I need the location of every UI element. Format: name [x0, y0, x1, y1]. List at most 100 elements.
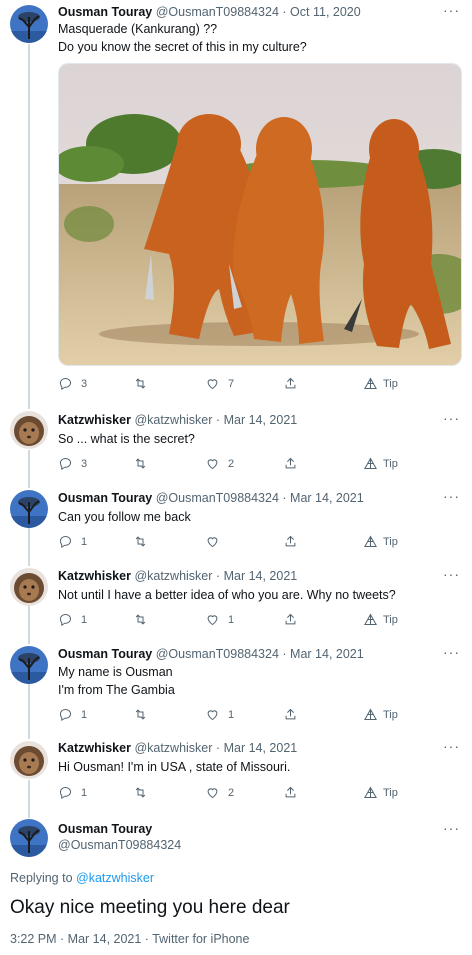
tip-label: Tip: [383, 457, 398, 470]
author-name[interactable]: Katzwhisker: [58, 569, 131, 583]
share-icon: [285, 457, 296, 469]
reply-button[interactable]: 1: [58, 612, 87, 627]
separator: ·: [282, 647, 287, 661]
avatar-katzwhisker[interactable]: [10, 741, 48, 779]
tweet-date[interactable]: Mar 14, 2021: [290, 647, 364, 661]
tweet-date[interactable]: Oct 11, 2020: [290, 5, 361, 19]
reply-icon: [59, 786, 72, 800]
author-name[interactable]: Katzwhisker: [58, 413, 131, 427]
author-handle[interactable]: @katzwhisker: [134, 569, 212, 583]
separator: ·: [215, 741, 221, 755]
like-icon: [207, 788, 218, 799]
retweet-icon: [135, 787, 146, 798]
tweet-actions: 1 2 Tip: [58, 785, 458, 803]
reply-icon: [59, 457, 72, 471]
author-handle[interactable]: @OusmanT09884324: [58, 838, 181, 852]
thread-line: [28, 780, 30, 818]
share-button[interactable]: [283, 534, 298, 549]
more-icon[interactable]: ···: [443, 2, 460, 18]
reply-button[interactable]: 1: [58, 785, 87, 800]
like-button[interactable]: 2: [205, 456, 234, 471]
avatar-ousman[interactable]: [10, 646, 48, 684]
replying-to-handle[interactable]: @katzwhisker: [76, 871, 154, 885]
more-icon[interactable]: ···: [443, 738, 460, 754]
main-tweet-text: Okay nice meeting you here dear: [10, 897, 290, 918]
tweet-date[interactable]: Mar 14, 2021: [224, 741, 298, 755]
share-button[interactable]: [283, 612, 298, 627]
share-button[interactable]: [283, 376, 298, 391]
reply-count: 3: [81, 457, 88, 470]
author-handle[interactable]: @katzwhisker: [134, 741, 212, 755]
share-button[interactable]: [283, 707, 298, 722]
share-button[interactable]: [283, 456, 298, 471]
reply-count: 1: [81, 786, 88, 799]
reply-button[interactable]: 3: [58, 376, 87, 391]
author-handle[interactable]: @OusmanT09884324: [156, 491, 279, 505]
more-icon[interactable]: ···: [443, 488, 460, 504]
retweet-button[interactable]: [133, 707, 156, 722]
tip-icon: [364, 708, 377, 720]
avatar-ousman[interactable]: [10, 819, 48, 857]
tweet-text-line: Do you know the secret of this in my cul…: [58, 40, 307, 54]
retweet-button[interactable]: [133, 456, 156, 471]
tweet-header: Ousman Touray @OusmanT09884324 · Oct 11,…: [58, 5, 361, 19]
tip-button[interactable]: Tip: [363, 376, 398, 391]
avatar-katzwhisker[interactable]: [10, 411, 48, 449]
share-button[interactable]: [283, 785, 298, 800]
like-button[interactable]: 1: [205, 707, 234, 722]
tip-button[interactable]: Tip: [363, 612, 398, 627]
reply-button[interactable]: 3: [58, 456, 87, 471]
thread-line: [28, 606, 30, 644]
tip-button[interactable]: Tip: [363, 456, 398, 471]
tip-button[interactable]: Tip: [363, 534, 398, 549]
tweet-actions: 1 1 Tip: [58, 707, 458, 725]
avatar-ousman[interactable]: [10, 490, 48, 528]
thread-line: [28, 450, 30, 488]
more-icon[interactable]: ···: [443, 644, 460, 660]
like-button[interactable]: 2: [205, 785, 234, 800]
author-handle[interactable]: @OusmanT09884324: [156, 647, 279, 661]
retweet-button[interactable]: [133, 534, 156, 549]
like-button[interactable]: [205, 534, 228, 549]
more-icon[interactable]: ···: [443, 566, 460, 582]
like-button[interactable]: 1: [205, 612, 234, 627]
reply-button[interactable]: 1: [58, 707, 87, 722]
reply-button[interactable]: 1: [58, 534, 87, 549]
tweet-text-line: So ... what is the secret?: [58, 432, 195, 446]
author-name[interactable]: Ousman Touray: [58, 491, 152, 505]
replying-to-label: Replying to: [10, 871, 73, 885]
tweet-date[interactable]: Mar 14, 2021: [224, 413, 298, 427]
tip-button[interactable]: Tip: [363, 785, 398, 800]
avatar-katzwhisker[interactable]: [10, 568, 48, 606]
author-name[interactable]: Katzwhisker: [58, 741, 131, 755]
tweet-header: Katzwhisker @katzwhisker · Mar 14, 2021: [58, 413, 297, 427]
author-handle[interactable]: @katzwhisker: [134, 413, 212, 427]
avatar-ousman[interactable]: [10, 5, 48, 43]
separator: ·: [282, 491, 287, 505]
tweet-actions: 1 Tip: [58, 534, 458, 552]
retweet-button[interactable]: [133, 376, 156, 391]
like-icon: [207, 459, 218, 470]
retweet-button[interactable]: [133, 612, 156, 627]
more-icon[interactable]: ···: [443, 410, 460, 426]
tweet-photo[interactable]: [58, 63, 462, 366]
like-icon: [207, 537, 218, 548]
tweet-timestamp[interactable]: 3:22 PM · Mar 14, 2021 · Twitter for iPh…: [10, 932, 249, 946]
retweet-button[interactable]: [133, 785, 156, 800]
tweet-date[interactable]: Mar 14, 2021: [290, 491, 364, 505]
share-icon: [285, 377, 296, 389]
reply-icon: [59, 535, 72, 549]
author-handle[interactable]: @OusmanT09884324: [156, 5, 279, 19]
author-name[interactable]: Ousman Touray: [58, 822, 152, 836]
author-name[interactable]: Ousman Touray: [58, 647, 152, 661]
tweet-date[interactable]: Mar 14, 2021: [224, 569, 298, 583]
like-button[interactable]: 7: [205, 376, 234, 391]
more-icon[interactable]: ···: [443, 820, 460, 836]
retweet-icon: [135, 709, 146, 720]
tip-button[interactable]: Tip: [363, 707, 398, 722]
tweet-header: Katzwhisker @katzwhisker · Mar 14, 2021: [58, 741, 297, 755]
tweet-header: Ousman Touray @OusmanT09884324 · Mar 14,…: [58, 491, 364, 505]
author-name[interactable]: Ousman Touray: [58, 5, 152, 19]
main-author-name[interactable]: Ousman Touray: [58, 822, 152, 836]
tip-label: Tip: [383, 786, 398, 799]
